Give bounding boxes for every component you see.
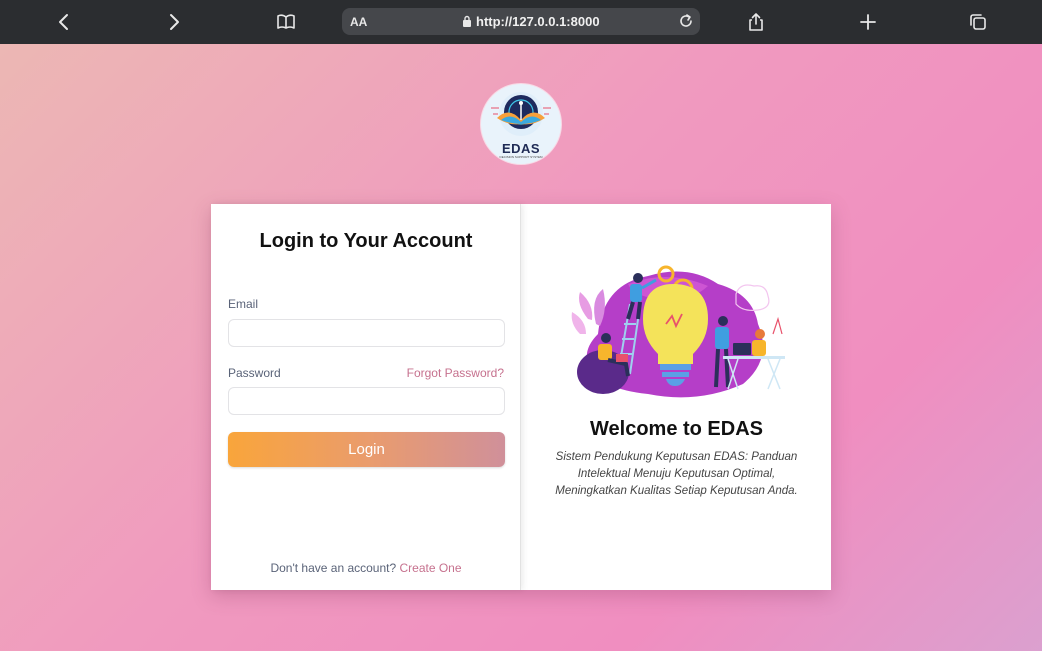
address-bar[interactable]: AA http://127.0.0.1:8000 bbox=[342, 8, 700, 35]
chevron-left-icon bbox=[59, 14, 68, 30]
signup-prompt: Don't have an account? Create One bbox=[211, 561, 521, 575]
welcome-panel: Welcome to EDAS Sistem Pendukung Keputus… bbox=[522, 204, 831, 590]
reader-button[interactable] bbox=[272, 8, 300, 36]
edas-logo: EDAS DECISION SUPPORT SYSTEM bbox=[481, 84, 561, 164]
create-account-link[interactable]: Create One bbox=[400, 561, 462, 575]
welcome-tagline: Sistem Pendukung Keputusan EDAS: Panduan… bbox=[555, 451, 798, 497]
tabs-icon bbox=[970, 14, 986, 30]
url-text: http://127.0.0.1:8000 bbox=[476, 14, 600, 29]
login-title: Login to Your Account bbox=[259, 230, 473, 252]
share-button[interactable] bbox=[742, 8, 770, 36]
lightbulb-teamwork-illustration bbox=[571, 265, 785, 398]
forward-button[interactable] bbox=[160, 8, 188, 36]
auth-card: Login to Your Account Email Password For… bbox=[211, 204, 831, 590]
plus-icon bbox=[860, 14, 876, 30]
email-label: Email bbox=[228, 297, 259, 311]
login-button[interactable]: Login bbox=[228, 432, 505, 467]
tabs-overview-button[interactable] bbox=[964, 8, 992, 36]
password-input[interactable] bbox=[228, 387, 505, 415]
back-button[interactable] bbox=[50, 8, 78, 36]
text-size-button[interactable]: AA bbox=[350, 15, 367, 29]
email-input[interactable] bbox=[228, 319, 505, 347]
new-tab-button[interactable] bbox=[854, 8, 882, 36]
lock-icon bbox=[463, 15, 471, 27]
share-icon bbox=[749, 13, 763, 31]
welcome-title: Welcome to EDAS bbox=[590, 418, 763, 440]
login-panel: Login to Your Account Email Password For… bbox=[211, 204, 521, 590]
chevron-right-icon bbox=[170, 14, 179, 30]
logo-title: EDAS bbox=[501, 141, 541, 156]
forgot-password-link[interactable]: Forgot Password? bbox=[407, 366, 504, 380]
book-icon bbox=[277, 14, 295, 29]
browser-toolbar: AA http://127.0.0.1:8000 bbox=[0, 0, 1042, 44]
password-label: Password bbox=[228, 366, 281, 380]
logo-subtitle: DECISION SUPPORT SYSTEM bbox=[499, 155, 543, 159]
reload-icon[interactable] bbox=[678, 13, 694, 29]
signup-prompt-text: Don't have an account? bbox=[270, 561, 397, 575]
